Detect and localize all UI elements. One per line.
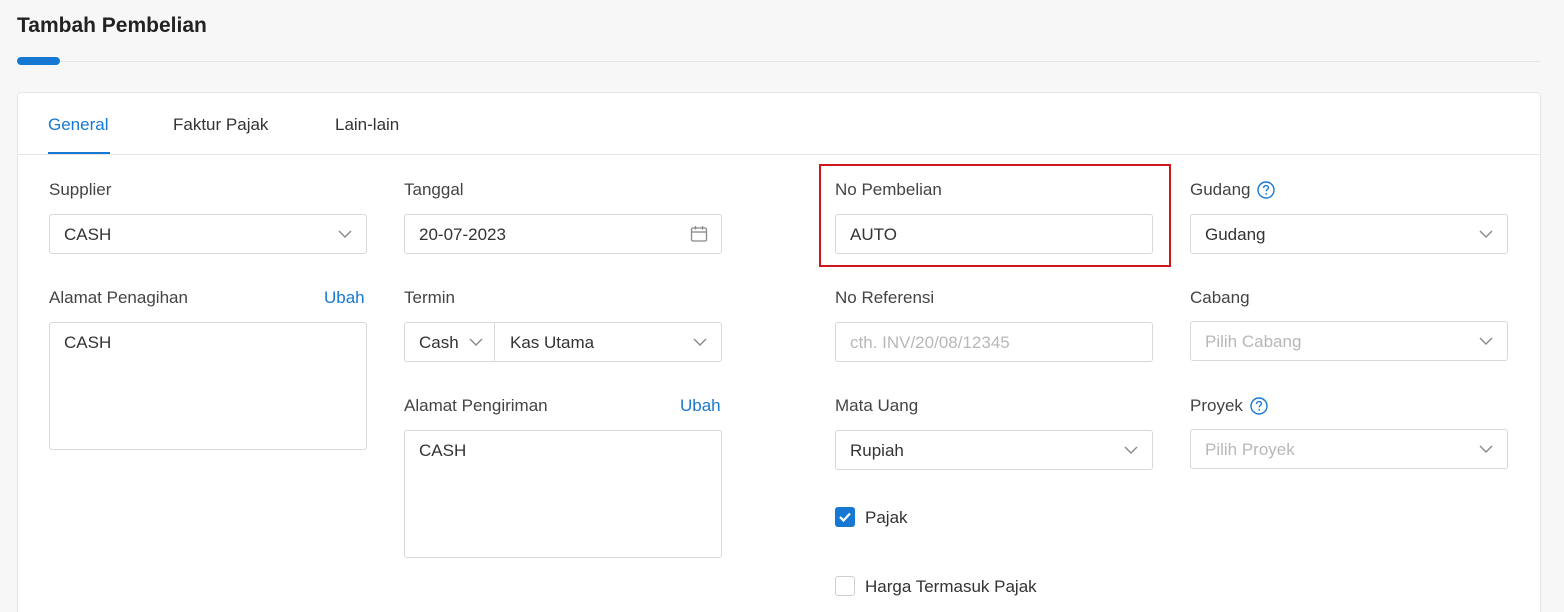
tab-general[interactable]: General — [48, 115, 108, 135]
tab-lain-lain[interactable]: Lain-lain — [335, 115, 399, 135]
title-accent-bar — [17, 57, 60, 65]
alamat-penagihan-value: CASH — [64, 333, 112, 352]
pajak-checkbox[interactable] — [835, 507, 855, 527]
no-referensi-placeholder: cth. INV/20/08/12345 — [850, 333, 1010, 352]
tab-bar: General Faktur Pajak Lain-lain — [18, 93, 1540, 155]
supplier-value: CASH — [64, 225, 112, 244]
calendar-icon[interactable] — [690, 225, 708, 243]
tanggal-label: Tanggal — [404, 180, 464, 199]
chevron-down-icon — [1124, 446, 1138, 454]
alamat-pengiriman-ubah-link[interactable]: Ubah — [680, 396, 721, 416]
alamat-pengiriman-value: CASH — [419, 441, 467, 460]
termin-divider — [494, 323, 495, 361]
help-icon[interactable] — [1250, 397, 1268, 415]
mata-uang-label: Mata Uang — [835, 396, 919, 415]
alamat-pengiriman-textarea[interactable]: CASH — [404, 430, 722, 558]
proyek-label: Proyek — [1190, 396, 1243, 415]
termin-type-value[interactable]: Cash — [419, 333, 459, 353]
alamat-penagihan-textarea[interactable]: CASH — [49, 322, 367, 450]
alamat-pengiriman-label: Alamat Pengiriman — [404, 396, 548, 415]
chevron-down-icon[interactable] — [468, 334, 484, 350]
tanggal-input[interactable]: 20-07-2023 — [404, 214, 722, 254]
harga-termasuk-pajak-checkbox[interactable] — [835, 576, 855, 596]
supplier-select[interactable]: CASH — [49, 214, 367, 254]
title-divider — [60, 61, 1540, 62]
mata-uang-select[interactable]: Rupiah — [835, 430, 1153, 470]
termin-label: Termin — [404, 288, 456, 307]
gudang-select[interactable]: Gudang — [1190, 214, 1508, 254]
cabang-select[interactable]: Pilih Cabang — [1190, 321, 1508, 361]
gudang-label: Gudang — [1190, 180, 1251, 199]
mata-uang-value: Rupiah — [850, 441, 904, 460]
gudang-value: Gudang — [1205, 225, 1266, 244]
termin-group: Cash Kas Utama — [404, 322, 722, 362]
pajak-label: Pajak — [865, 508, 908, 527]
help-icon[interactable] — [1257, 181, 1275, 199]
chevron-down-icon — [338, 230, 352, 238]
chevron-down-icon — [1479, 230, 1493, 238]
check-icon — [839, 512, 851, 523]
cabang-placeholder: Pilih Cabang — [1205, 332, 1302, 351]
termin-account-value[interactable]: Kas Utama — [510, 333, 594, 353]
active-tab-indicator — [48, 152, 110, 154]
tanggal-value: 20-07-2023 — [419, 225, 506, 244]
chevron-down-icon — [1479, 337, 1493, 345]
cabang-label: Cabang — [1190, 288, 1250, 307]
alamat-penagihan-ubah-link[interactable]: Ubah — [324, 288, 365, 308]
chevron-down-icon — [1479, 445, 1493, 453]
proyek-select[interactable]: Pilih Proyek — [1190, 429, 1508, 469]
page-title: Tambah Pembelian — [17, 14, 207, 37]
tab-faktur-pajak[interactable]: Faktur Pajak — [173, 115, 268, 135]
highlight-box — [819, 164, 1171, 267]
alamat-penagihan-label: Alamat Penagihan — [49, 288, 188, 307]
chevron-down-icon[interactable] — [692, 334, 708, 350]
no-referensi-label: No Referensi — [835, 288, 935, 307]
harga-termasuk-pajak-label: Harga Termasuk Pajak — [865, 577, 1037, 596]
proyek-placeholder: Pilih Proyek — [1205, 440, 1295, 459]
supplier-label: Supplier — [49, 180, 112, 199]
no-referensi-input[interactable]: cth. INV/20/08/12345 — [835, 322, 1153, 362]
